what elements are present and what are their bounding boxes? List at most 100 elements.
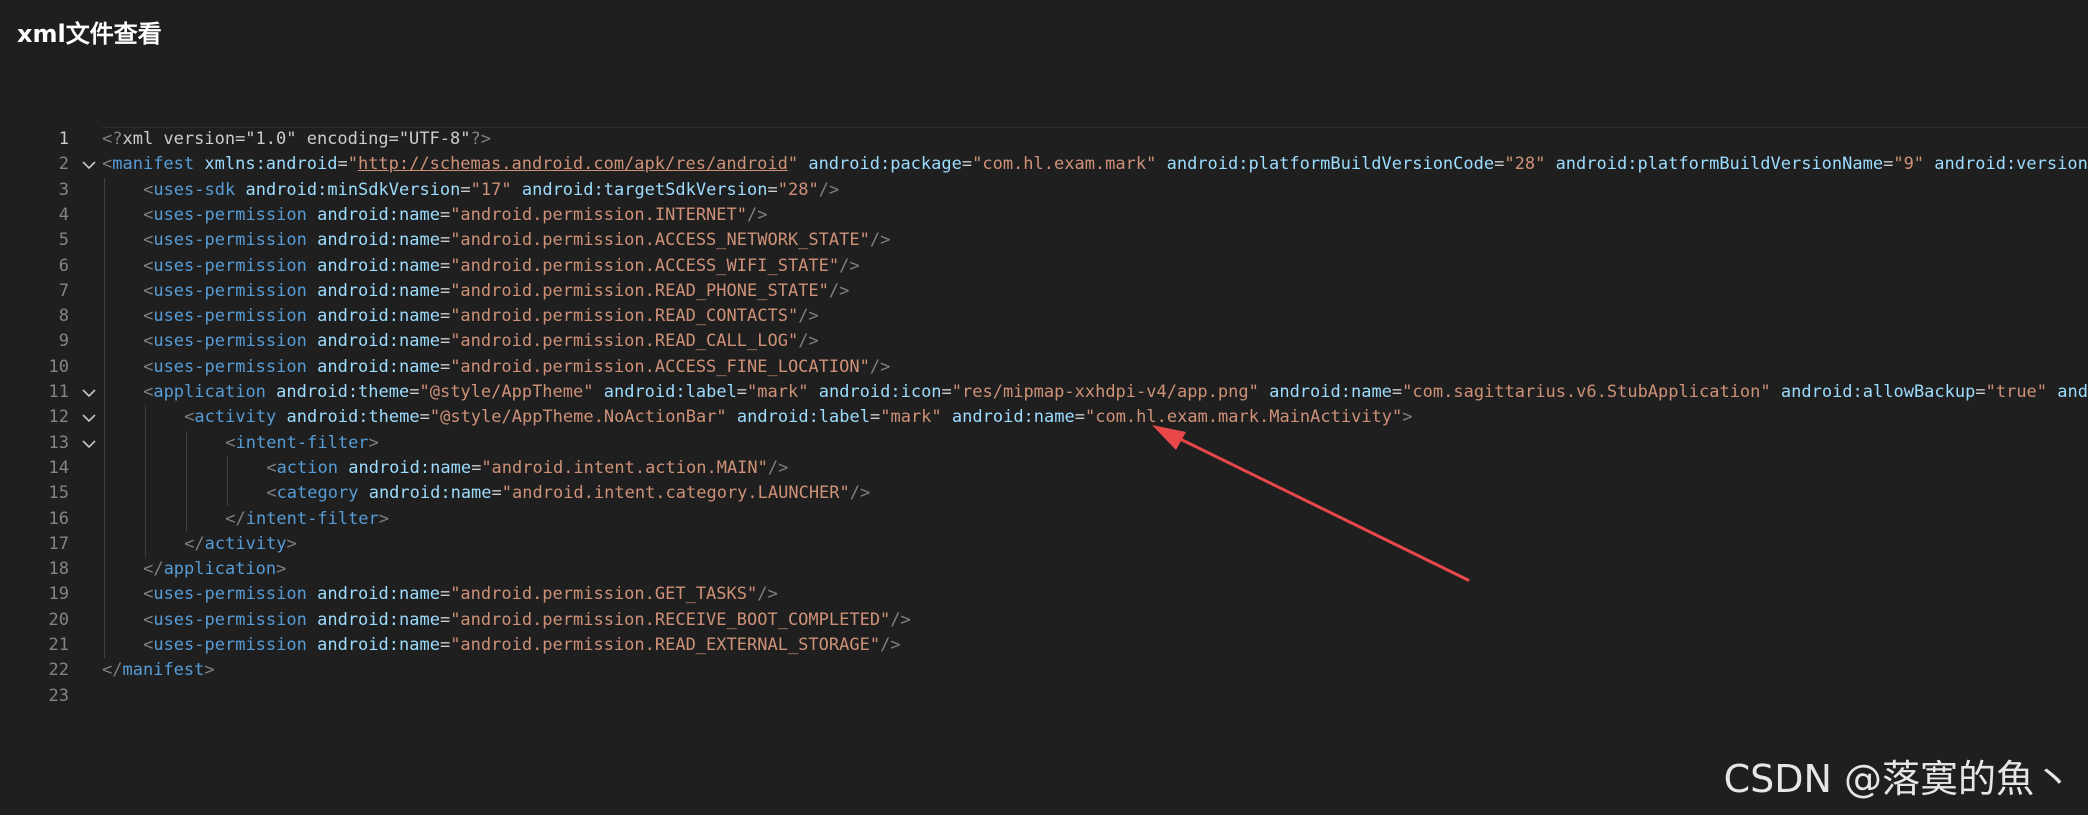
code-token: uses-sdk xyxy=(153,179,236,200)
code-token: "android.permission.READ_PHONE_STATE" xyxy=(450,280,829,301)
code-token: < xyxy=(102,154,113,175)
chevron-down-icon[interactable] xyxy=(80,405,98,430)
code-token: manifest xyxy=(112,154,195,175)
code-text: <activity android:theme="@style/AppTheme… xyxy=(184,405,1412,430)
code-token: = xyxy=(409,382,420,402)
chevron-down-icon[interactable] xyxy=(80,431,98,456)
code-token: uses-permission xyxy=(153,635,307,655)
code-token: "com.hl.exam.mark.MainActivity" xyxy=(1084,407,1403,428)
code-line[interactable]: 4 <uses-permission android:name="android.… xyxy=(0,203,2088,228)
xml-code-editor[interactable]: 1 <?xml version="1.0" encoding="UTF-8"?> 2… xyxy=(0,127,2088,717)
code-token: android:package xyxy=(808,154,962,175)
code-text: <uses-permission android:name="android.p… xyxy=(143,608,911,633)
line-number: 3 xyxy=(58,179,69,200)
code-token: "android.permission.ACCESS_WIFI_STATE" xyxy=(450,255,840,276)
code-token: application xyxy=(163,559,277,580)
code-token: "@style/AppTheme.NoActionBar" xyxy=(429,407,727,428)
code-token: "android.permission.READ_EXTERNAL_STORAG… xyxy=(450,635,881,655)
code-token: "com.hl.exam.mark" xyxy=(972,154,1157,175)
code-token: /> xyxy=(839,255,860,276)
code-text: <uses-permission android:name="android.p… xyxy=(143,633,900,658)
code-token: = xyxy=(491,483,502,504)
code-line[interactable]: 1 <?xml version="1.0" encoding="UTF-8"?> xyxy=(0,127,2088,152)
code-token: = xyxy=(439,204,451,225)
code-line[interactable]: 3 <uses-sdk android:minSdkVersion="17" an… xyxy=(0,178,2088,203)
code-token: < xyxy=(143,179,154,200)
code-text: <uses-permission android:name="android.p… xyxy=(143,582,778,607)
code-token: "28" xyxy=(777,179,819,200)
code-token: android:name xyxy=(1269,382,1392,402)
code-line[interactable]: 18 </application> xyxy=(0,557,2088,582)
code-token: = xyxy=(419,407,430,428)
code-text: <uses-permission android:name="android.p… xyxy=(143,304,819,329)
code-line[interactable]: 14 <action android:name="android.intent.a… xyxy=(0,456,2088,481)
code-line[interactable]: 13 <intent-filter> xyxy=(0,431,2088,456)
code-line[interactable]: 5 <uses-permission android:name="android.… xyxy=(0,228,2088,253)
code-text: <intent-filter> xyxy=(225,431,379,456)
line-number: 5 xyxy=(58,230,69,251)
code-token: android:name xyxy=(348,457,472,478)
code-token: < xyxy=(143,230,154,251)
line-number: 1 xyxy=(58,129,69,149)
code-token: /> xyxy=(849,483,871,504)
chevron-down-icon[interactable] xyxy=(80,380,98,405)
code-line[interactable]: 6 <uses-permission android:name="android.… xyxy=(0,254,2088,279)
code-line[interactable]: 7 <uses-permission android:name="android.… xyxy=(0,279,2088,304)
line-number: 12 xyxy=(48,407,69,428)
code-token: uses-permission xyxy=(153,584,307,605)
code-token: and xyxy=(2057,382,2088,402)
code-token: "com.sagittarius.v6.StubApplication" xyxy=(1402,382,1771,402)
code-token: uses-permission xyxy=(153,609,307,630)
code-line[interactable]: 23 xyxy=(0,684,2088,709)
code-line[interactable]: 17 </activity> xyxy=(0,532,2088,557)
code-line[interactable]: 22 </manifest> xyxy=(0,658,2088,683)
code-text: <uses-permission android:name="android.p… xyxy=(143,355,890,380)
code-token: = xyxy=(337,154,348,175)
code-text: <uses-permission android:name="android.p… xyxy=(143,254,860,279)
code-line[interactable]: 20 <uses-permission android:name="android… xyxy=(0,608,2088,633)
code-text: <uses-sdk android:minSdkVersion="17" and… xyxy=(143,178,839,203)
code-line[interactable]: 15 <category android:name="android.intent… xyxy=(0,481,2088,506)
code-token: </ xyxy=(102,660,123,681)
line-number: 8 xyxy=(58,306,69,327)
line-number: 11 xyxy=(48,382,69,402)
code-line[interactable]: 2 <manifest xmlns:android="http://schemas… xyxy=(0,152,2088,177)
line-number: 17 xyxy=(48,533,69,554)
code-line[interactable]: 8 <uses-permission android:name="android.… xyxy=(0,304,2088,329)
chevron-down-icon[interactable] xyxy=(80,152,98,177)
code-text: <application android:theme="@style/AppTh… xyxy=(143,380,2088,405)
code-line[interactable]: 21 <uses-permission android:name="android… xyxy=(0,633,2088,658)
code-token: = xyxy=(1494,154,1505,175)
code-line[interactable]: 9 <uses-permission android:name="android.… xyxy=(0,329,2088,354)
code-token: < xyxy=(143,635,154,655)
line-number: 15 xyxy=(48,483,69,504)
code-line[interactable]: 19 <uses-permission android:name="android… xyxy=(0,582,2088,607)
code-line[interactable]: 16 </intent-filter> xyxy=(0,507,2088,532)
code-token: < xyxy=(225,432,236,453)
code-line[interactable]: 12 <activity android:theme="@style/AppThe… xyxy=(0,405,2088,430)
code-token: /> xyxy=(767,457,789,478)
code-token: </ xyxy=(225,508,246,529)
code-token: = xyxy=(961,154,973,175)
code-line[interactable]: 10 <uses-permission android:name="android… xyxy=(0,355,2088,380)
code-token: activity xyxy=(194,407,277,428)
code-token: uses-permission xyxy=(153,306,307,327)
indent-guide xyxy=(186,430,188,532)
code-token: android:platformBuildVersionName xyxy=(1555,154,1884,175)
code-token: android:name xyxy=(317,609,440,630)
code-token: = xyxy=(439,356,451,377)
code-line[interactable]: 11 <application android:theme="@style/App… xyxy=(0,380,2088,405)
code-token: = xyxy=(439,331,451,352)
code-token: manifest xyxy=(122,660,205,681)
code-token: </ xyxy=(184,533,205,554)
code-token: "android.intent.category.LAUNCHER" xyxy=(501,483,850,504)
